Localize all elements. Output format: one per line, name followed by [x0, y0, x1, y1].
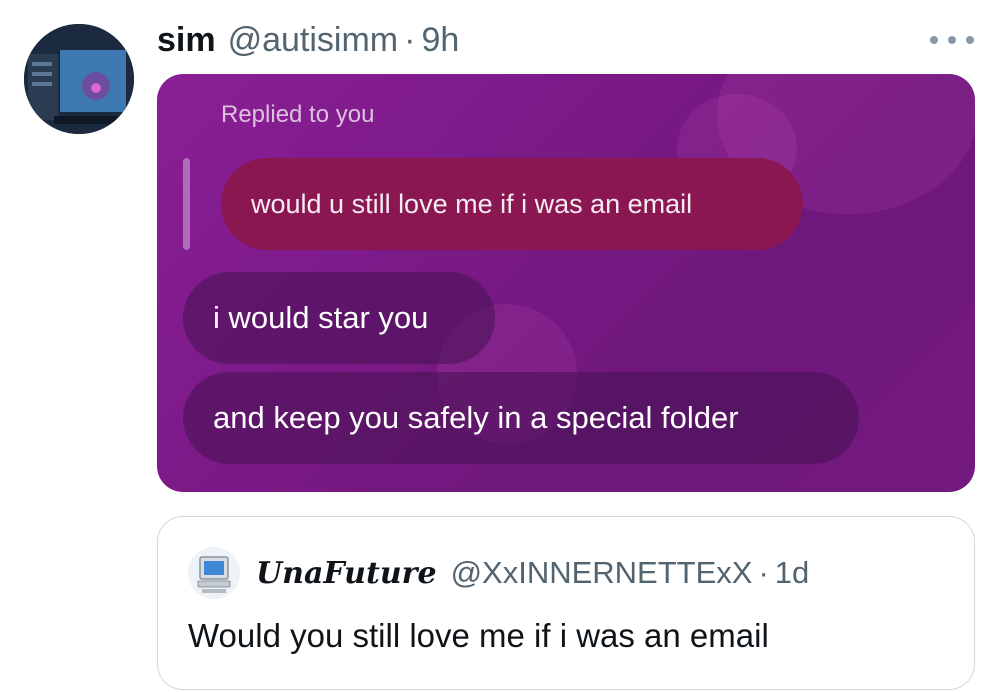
quoted-tweet-text: Would you still love me if i was an emai…	[188, 617, 769, 654]
tweet-header: sim @autisimm · 9h	[157, 18, 459, 62]
more-horizontal-icon[interactable]	[930, 30, 974, 50]
more-dot	[930, 36, 938, 44]
replied-label: Replied to you	[221, 101, 375, 128]
separator: ·	[758, 555, 769, 590]
quoted-message-bubble: would u still love me if i was an email	[221, 158, 803, 250]
quoted-author-name[interactable]: UnaFuture	[256, 556, 437, 591]
reply-message-bubble: i would star you	[183, 272, 495, 364]
reply-indicator-bar	[183, 158, 190, 250]
avatar-image	[24, 24, 134, 134]
avatar[interactable]	[24, 24, 134, 134]
more-dot	[948, 36, 956, 44]
more-dot	[966, 36, 974, 44]
quoted-author-avatar[interactable]	[188, 547, 240, 599]
computer-icon	[188, 547, 240, 599]
separator: ·	[404, 20, 416, 59]
reply-message-bubble: and keep you safely in a special folder	[183, 372, 859, 464]
quoted-tweet-card[interactable]: UnaFuture @XxINNERNETTExX · 1d Would you…	[157, 516, 975, 690]
media-image[interactable]: Replied to you would u still love me if …	[157, 74, 975, 492]
quoted-author-handle[interactable]: @XxINNERNETTExX	[451, 555, 753, 591]
quoted-timestamp[interactable]: 1d	[775, 555, 809, 591]
timestamp[interactable]: 9h	[421, 21, 459, 60]
quoted-tweet-header: UnaFuture @XxINNERNETTExX · 1d	[256, 551, 809, 595]
tweet[interactable]: sim @autisimm · 9h Replied to you would …	[0, 0, 1000, 692]
author-name[interactable]: sim	[157, 21, 216, 60]
author-handle[interactable]: @autisimm	[228, 21, 399, 60]
